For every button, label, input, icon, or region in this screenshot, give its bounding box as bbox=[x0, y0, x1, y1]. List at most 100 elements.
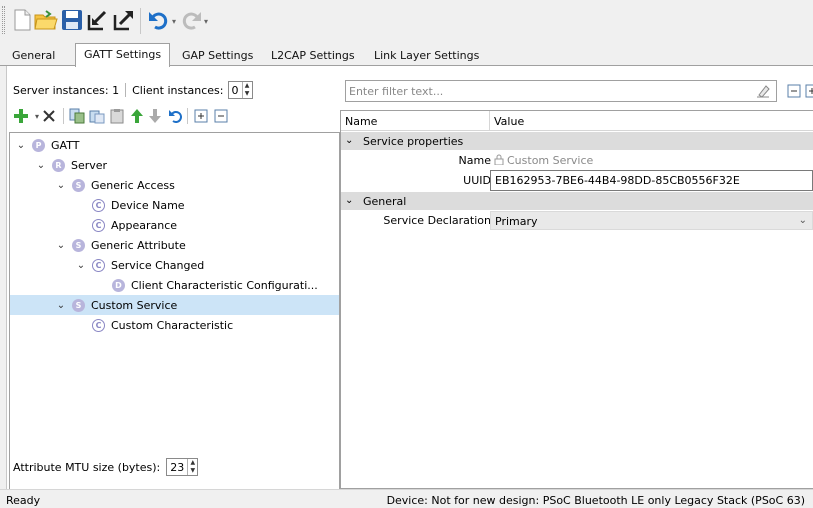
collapse-all-icon[interactable] bbox=[787, 84, 801, 98]
toolbar-separator bbox=[140, 8, 141, 34]
chevron-down-icon[interactable]: ⌄ bbox=[799, 215, 807, 226]
move-up-icon[interactable] bbox=[129, 108, 145, 124]
spin-up-icon[interactable]: ▲ bbox=[188, 459, 197, 467]
tree-node-cccd[interactable]: D Client Characteristic Configurati... bbox=[108, 275, 318, 295]
mtu-spinner[interactable]: 23 ▲ ▼ bbox=[166, 458, 199, 476]
clipboard-icon[interactable] bbox=[109, 108, 125, 124]
save-icon[interactable] bbox=[60, 8, 84, 32]
selected-value: Primary bbox=[495, 215, 538, 228]
main-toolbar: ▾ ▾ bbox=[0, 0, 813, 42]
tree-node-label: Custom Characteristic bbox=[111, 318, 234, 332]
column-header-value[interactable]: Value bbox=[494, 115, 524, 128]
tree-node-gatt[interactable]: ⌄ P GATT bbox=[14, 135, 79, 155]
collapse-all-icon[interactable] bbox=[213, 108, 229, 124]
mtu-label: Attribute MTU size (bytes): bbox=[13, 460, 161, 474]
filter-input[interactable] bbox=[346, 81, 726, 101]
property-row-uuid: UUID EB162953-7BE6-44B4-98DD-85CB0556F32… bbox=[341, 170, 813, 191]
gatt-settings-panel: Server instances: 1 Client instances: 0 … bbox=[6, 66, 813, 508]
import-icon[interactable] bbox=[86, 8, 110, 32]
redo-icon[interactable] bbox=[180, 8, 204, 32]
uuid-field[interactable]: EB162953-7BE6-44B4-98DD-85CB0556F32E bbox=[490, 170, 813, 191]
category-label: General bbox=[363, 195, 407, 208]
new-document-icon[interactable] bbox=[10, 8, 34, 32]
expand-all-icon[interactable] bbox=[193, 108, 209, 124]
tree-node-generic-access[interactable]: ⌄ S Generic Access bbox=[54, 175, 175, 195]
tree-node-label: Service Changed bbox=[111, 258, 205, 272]
column-header-name[interactable]: Name bbox=[345, 115, 377, 128]
tab-link-layer-settings[interactable]: Link Layer Settings bbox=[366, 46, 487, 66]
instances-row: Server instances: 1 Client instances: 0 … bbox=[13, 80, 253, 100]
chevron-down-icon[interactable]: ⌄ bbox=[54, 300, 68, 311]
undo-icon[interactable] bbox=[146, 8, 170, 32]
chevron-down-icon[interactable]: ⌄ bbox=[34, 160, 48, 171]
property-grid: Name Value ⌄ Service properties Name Cus… bbox=[340, 110, 813, 489]
export-icon[interactable] bbox=[112, 8, 136, 32]
tree-node-label: GATT bbox=[51, 138, 80, 152]
tree-node-label: Device Name bbox=[111, 198, 185, 212]
property-label: Name bbox=[458, 154, 491, 167]
filter-box bbox=[345, 80, 777, 102]
characteristic-badge-icon: C bbox=[92, 318, 105, 332]
clear-filter-icon[interactable] bbox=[756, 84, 770, 98]
undo-icon[interactable] bbox=[167, 108, 183, 124]
chevron-down-icon[interactable]: ⌄ bbox=[14, 140, 28, 151]
mtu-row: Attribute MTU size (bytes): 23 ▲ ▼ bbox=[13, 457, 199, 477]
chevron-down-icon[interactable]: ⌄ bbox=[74, 260, 88, 271]
column-divider[interactable] bbox=[489, 111, 490, 131]
tree-node-label: Custom Service bbox=[91, 298, 178, 312]
tab-l2cap-settings[interactable]: L2CAP Settings bbox=[263, 46, 363, 66]
client-instances-label: Client instances: bbox=[132, 83, 224, 97]
profile-badge-icon: P bbox=[32, 138, 45, 152]
spin-up-icon[interactable]: ▲ bbox=[243, 82, 252, 90]
toolbar-grip[interactable] bbox=[2, 6, 5, 34]
tree-node-service-changed[interactable]: ⌄ C Service Changed bbox=[74, 255, 204, 275]
tree-node-generic-attribute[interactable]: ⌄ S Generic Attribute bbox=[54, 235, 186, 255]
client-instances-value[interactable]: 0 bbox=[229, 84, 242, 97]
add-icon[interactable] bbox=[13, 108, 29, 124]
category-service-properties[interactable]: ⌄ Service properties bbox=[341, 132, 813, 150]
property-label: Service Declaration bbox=[383, 214, 491, 227]
chevron-down-icon[interactable]: ⌄ bbox=[345, 135, 353, 146]
property-row-service-declaration: Service Declaration Primary ⌄ bbox=[341, 211, 813, 230]
lock-icon bbox=[494, 154, 504, 166]
delete-icon[interactable] bbox=[41, 108, 57, 124]
tree-node-label: Appearance bbox=[111, 218, 178, 232]
tree-node-custom-service[interactable]: ⌄ S Custom Service bbox=[10, 295, 339, 315]
spin-down-icon[interactable]: ▼ bbox=[243, 90, 252, 98]
service-declaration-select[interactable]: Primary ⌄ bbox=[490, 211, 813, 230]
tree-node-appearance[interactable]: C Appearance bbox=[88, 215, 177, 235]
chevron-down-icon[interactable]: ⌄ bbox=[345, 195, 353, 206]
tree-toolbar-separator bbox=[63, 108, 64, 124]
tree-toolbar-separator bbox=[187, 108, 188, 124]
tree-toolbar: ▾ bbox=[13, 106, 343, 126]
tree-node-server[interactable]: ⌄ R Server bbox=[34, 155, 107, 175]
paste-icon[interactable] bbox=[89, 108, 105, 124]
chevron-down-icon[interactable]: ⌄ bbox=[54, 240, 68, 251]
chevron-down-icon[interactable]: ⌄ bbox=[54, 180, 68, 191]
expand-all-icon[interactable] bbox=[805, 84, 813, 98]
spin-down-icon[interactable]: ▼ bbox=[188, 467, 197, 475]
characteristic-badge-icon: C bbox=[92, 218, 105, 232]
move-down-icon[interactable] bbox=[147, 108, 163, 124]
redo-dropdown-icon[interactable]: ▾ bbox=[204, 17, 208, 26]
property-label: UUID bbox=[463, 174, 491, 187]
category-general[interactable]: ⌄ General bbox=[341, 192, 813, 210]
undo-dropdown-icon[interactable]: ▾ bbox=[172, 17, 176, 26]
mtu-value[interactable]: 23 bbox=[167, 461, 187, 474]
tab-gap-settings[interactable]: GAP Settings bbox=[174, 46, 261, 66]
tree-node-label: Server bbox=[71, 158, 108, 172]
tab-general[interactable]: General bbox=[4, 46, 63, 66]
category-label: Service properties bbox=[363, 135, 464, 148]
service-badge-icon: S bbox=[72, 238, 85, 252]
client-instances-spinner[interactable]: 0 ▲ ▼ bbox=[227, 81, 253, 99]
tab-gatt-settings[interactable]: GATT Settings bbox=[75, 43, 171, 67]
open-folder-icon[interactable] bbox=[34, 8, 58, 32]
tree-node-label: Generic Access bbox=[91, 178, 175, 192]
tree-node-device-name[interactable]: C Device Name bbox=[88, 195, 185, 215]
characteristic-badge-icon: C bbox=[92, 198, 105, 212]
gatt-tree-view[interactable]: ⌄ P GATT ⌄ R Server ⌄ S Generic Access C… bbox=[9, 132, 340, 508]
copy-icon[interactable] bbox=[69, 108, 85, 124]
divider bbox=[125, 83, 127, 97]
tree-node-custom-characteristic[interactable]: C Custom Characteristic bbox=[88, 315, 233, 335]
status-text: Ready bbox=[6, 494, 41, 507]
